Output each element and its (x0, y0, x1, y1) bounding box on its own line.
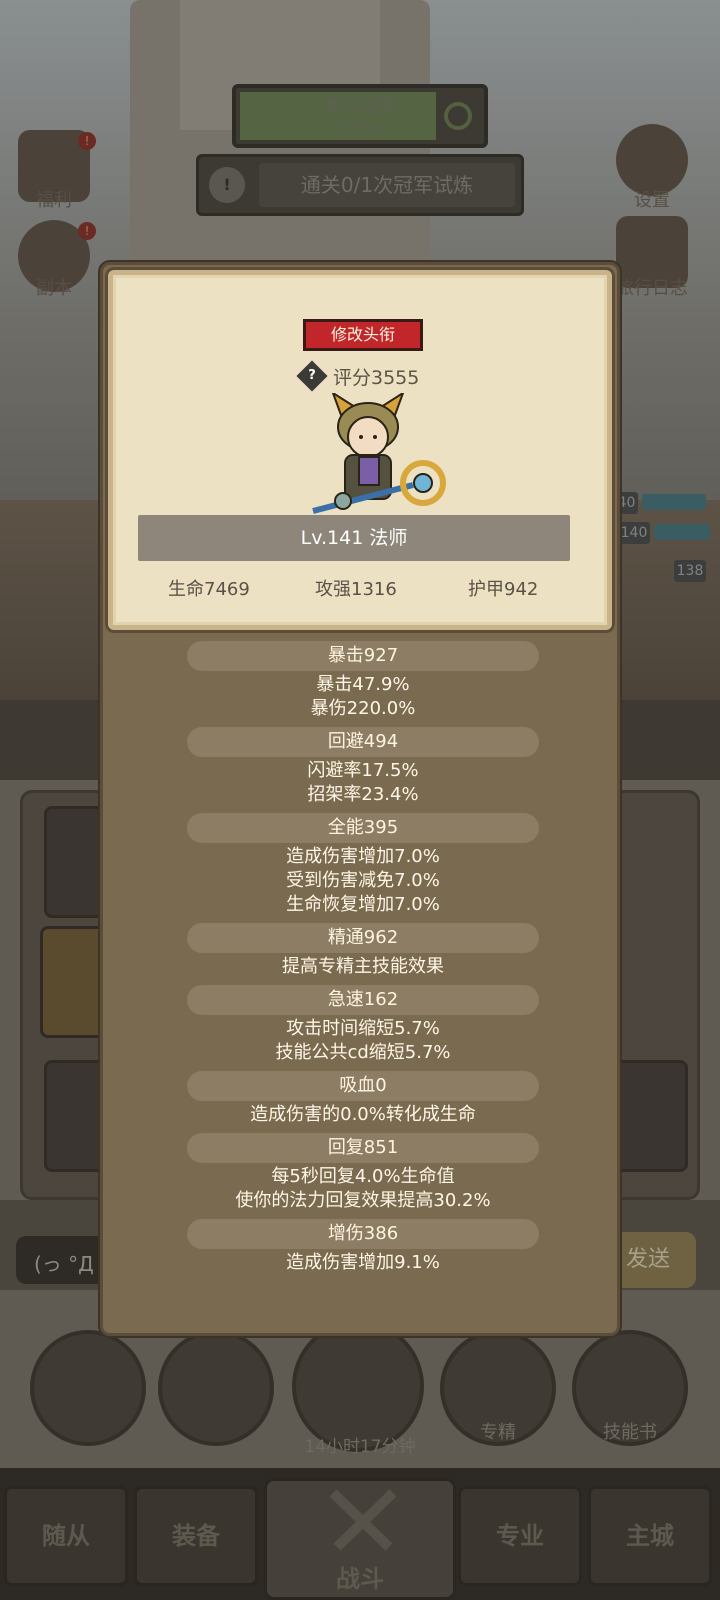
stat-group-title: 回复851 (187, 1133, 539, 1163)
trial-task-bar[interactable]: ! 通关0/1次冠军试炼 (196, 154, 524, 216)
stat-detail: 攻击时间缩短5.7% (286, 1018, 440, 1039)
stat-group-title: 暴击927 (187, 641, 539, 671)
stat-detail: 闪避率17.5% (307, 760, 419, 781)
action-label-specialization: 专精 (480, 1422, 516, 1443)
score-row: ? 评分3555 (293, 360, 443, 392)
secondary-stats-list: 暴击927 暴击47.9% 暴伤220.0% 回避494 闪避率17.5% 招架… (103, 641, 623, 1275)
bread-icon[interactable] (158, 1330, 274, 1446)
alert-icon: ! (209, 167, 245, 203)
stat-detail: 技能公共cd缩短5.7% (275, 1042, 451, 1063)
crossed-swords-icon (329, 1489, 397, 1551)
side-label-dungeon: 副本 (36, 278, 72, 299)
stat-detail: 受到伤害减免7.0% (286, 870, 440, 891)
notification-badge: ! (78, 132, 96, 150)
stat-group-title: 全能395 (187, 813, 539, 843)
notification-badge: ! (78, 222, 96, 240)
stat-detail: 每5秒回复4.0%生命值 (271, 1166, 455, 1187)
side-label-settings: 设置 (634, 190, 670, 211)
stat-detail: 生命恢复增加7.0% (286, 894, 440, 915)
nav-tab-equipment[interactable]: 装备 (134, 1486, 258, 1586)
stat-detail: 提高专精主技能效果 (282, 956, 444, 977)
stat-attack-power: 攻强1316 (315, 579, 397, 600)
stat-group-title: 急速162 (187, 985, 539, 1015)
stat-detail: 造成伤害增加9.1% (286, 1252, 440, 1273)
nav-tab-battle-label: 战斗 (336, 1565, 384, 1593)
potion-icon[interactable] (30, 1330, 146, 1446)
stat-detail: 造成伤害的0.0%转化成生命 (250, 1104, 476, 1125)
chest-timer: 14小时17分钟 (304, 1437, 416, 1457)
nav-tab-main-city[interactable]: 主城 (588, 1486, 712, 1586)
enemy-hp-bar (642, 494, 706, 510)
enemy-level-tag: 138 (674, 560, 706, 582)
class-level-plate: Lv.141 法师 (138, 515, 570, 561)
stat-detail: 暴击47.9% (316, 674, 410, 695)
quest-progress-bar[interactable]: 寒风峭壁 3/10 (232, 84, 488, 148)
stat-detail: 暴伤220.0% (310, 698, 416, 719)
stat-armor: 护甲942 (468, 579, 539, 600)
edit-title-button[interactable]: 修改头衔 (303, 319, 423, 351)
stat-group-title: 吸血0 (187, 1071, 539, 1101)
stat-group-title: 精通962 (187, 923, 539, 953)
refresh-icon[interactable] (444, 102, 472, 130)
stat-group-title: 回避494 (187, 727, 539, 757)
side-label-welfare: 福利 (36, 190, 72, 211)
action-label-skillbook: 技能书 (603, 1422, 657, 1443)
character-stats-popup: 修改头衔 ? 评分3555 Lv.141 法师 生命7469 攻强1316 护甲… (100, 262, 620, 1336)
stat-health: 生命7469 (168, 579, 250, 600)
stat-group-title: 增伤386 (187, 1219, 539, 1249)
score-value: 评分3555 (333, 367, 420, 389)
enemy-level-tag: 140 (618, 522, 650, 544)
nav-tab-battle[interactable]: 战斗 (264, 1478, 456, 1600)
nav-tab-followers[interactable]: 随从 (4, 1486, 128, 1586)
stat-detail: 使你的法力回复效果提高30.2% (235, 1190, 491, 1211)
enemy-hp-bar (654, 524, 710, 540)
character-card: 修改头衔 ? 评分3555 Lv.141 法师 生命7469 攻强1316 护甲… (108, 270, 612, 630)
help-glyph: ? (308, 368, 316, 383)
stat-detail: 造成伤害增加7.0% (286, 846, 440, 867)
trial-text: 通关0/1次冠军试炼 (259, 163, 515, 207)
nav-tab-profession[interactable]: 专业 (458, 1486, 582, 1586)
mage-character-avatar (312, 393, 446, 514)
stat-detail: 招架率23.4% (307, 784, 419, 805)
